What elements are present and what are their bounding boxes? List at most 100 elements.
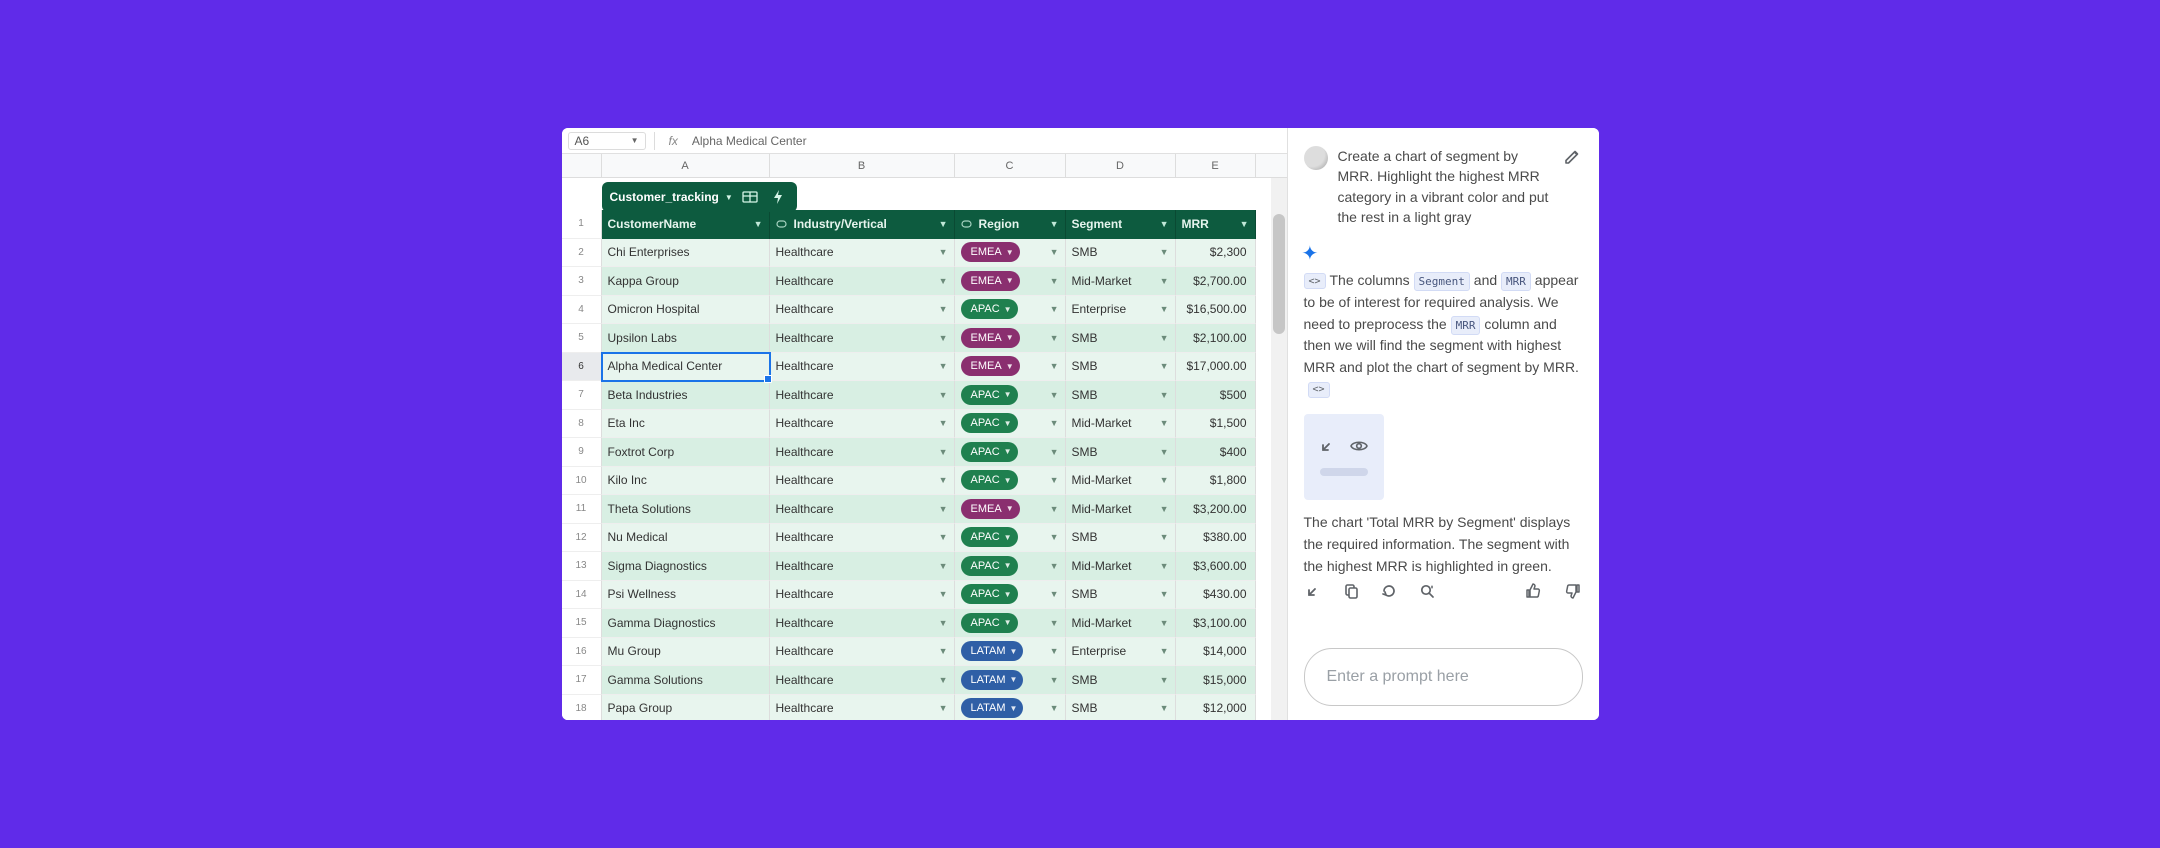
cell-mrr[interactable]: $12,000: [1176, 695, 1256, 721]
chevron-down-icon[interactable]: ▼: [754, 219, 763, 229]
region-chip[interactable]: APAC ▼: [961, 413, 1018, 433]
cell-segment[interactable]: SMB▼: [1066, 353, 1176, 382]
chevron-down-icon[interactable]: ▼: [1160, 219, 1169, 229]
region-chip[interactable]: EMEA ▼: [961, 328, 1020, 348]
cell-segment[interactable]: SMB▼: [1066, 239, 1176, 268]
chevron-down-icon[interactable]: ▼: [1050, 390, 1059, 400]
chevron-down-icon[interactable]: ▼: [939, 589, 948, 599]
region-chip[interactable]: APAC ▼: [961, 299, 1018, 319]
row-number[interactable]: 2: [562, 239, 602, 268]
cell-region[interactable]: APAC ▼▼: [955, 581, 1066, 610]
chevron-down-icon[interactable]: ▼: [939, 703, 948, 713]
table-chip[interactable]: Customer_tracking ▼: [602, 182, 797, 212]
chevron-down-icon[interactable]: ▼: [1160, 333, 1169, 343]
chevron-down-icon[interactable]: ▼: [1160, 618, 1169, 628]
region-chip[interactable]: APAC ▼: [961, 556, 1018, 576]
column-header-C[interactable]: C: [955, 154, 1066, 177]
cell-customer[interactable]: Kappa Group: [602, 267, 770, 296]
col-header-industry[interactable]: Industry/Vertical ▼: [770, 210, 955, 239]
row-number[interactable]: 14: [562, 581, 602, 610]
cell-industry[interactable]: Healthcare▼: [770, 438, 955, 467]
chevron-down-icon[interactable]: ▼: [1050, 646, 1059, 656]
cell-industry[interactable]: Healthcare▼: [770, 353, 955, 382]
cell-mrr[interactable]: $3,600.00: [1176, 552, 1256, 581]
column-header-A[interactable]: A: [602, 154, 770, 177]
cell-region[interactable]: APAC ▼▼: [955, 381, 1066, 410]
cell-industry[interactable]: Healthcare▼: [770, 638, 955, 667]
select-all-corner[interactable]: [562, 154, 602, 177]
cell-customer[interactable]: Sigma Diagnostics: [602, 552, 770, 581]
chevron-down-icon[interactable]: ▼: [1050, 361, 1059, 371]
row-number[interactable]: 7: [562, 381, 602, 410]
cell-region[interactable]: APAC ▼▼: [955, 467, 1066, 496]
cell-segment[interactable]: Mid-Market▼: [1066, 552, 1176, 581]
cell-industry[interactable]: Healthcare▼: [770, 666, 955, 695]
chevron-down-icon[interactable]: ▼: [939, 646, 948, 656]
chevron-down-icon[interactable]: ▼: [1160, 561, 1169, 571]
chevron-down-icon[interactable]: ▼: [1050, 589, 1059, 599]
chevron-down-icon[interactable]: ▼: [939, 675, 948, 685]
cell-region[interactable]: EMEA ▼▼: [955, 353, 1066, 382]
cell-segment[interactable]: Mid-Market▼: [1066, 495, 1176, 524]
chevron-down-icon[interactable]: ▼: [1050, 475, 1059, 485]
chevron-down-icon[interactable]: ▼: [939, 475, 948, 485]
chevron-down-icon[interactable]: ▼: [939, 561, 948, 571]
cell-segment[interactable]: SMB▼: [1066, 438, 1176, 467]
cell-segment[interactable]: Mid-Market▼: [1066, 267, 1176, 296]
cell-segment[interactable]: SMB▼: [1066, 695, 1176, 721]
column-header-B[interactable]: B: [770, 154, 955, 177]
bolt-icon[interactable]: [767, 186, 789, 208]
row-number[interactable]: 1: [562, 210, 602, 239]
chevron-down-icon[interactable]: ▼: [1160, 504, 1169, 514]
chevron-down-icon[interactable]: ▼: [1160, 276, 1169, 286]
column-header-D[interactable]: D: [1066, 154, 1176, 177]
row-number[interactable]: 13: [562, 552, 602, 581]
retry-icon[interactable]: [1380, 582, 1398, 600]
cell-region[interactable]: APAC ▼▼: [955, 552, 1066, 581]
cell-mrr[interactable]: $2,700.00: [1176, 267, 1256, 296]
cell-mrr[interactable]: $400: [1176, 438, 1256, 467]
row-number[interactable]: 10: [562, 467, 602, 496]
chevron-down-icon[interactable]: ▼: [1160, 361, 1169, 371]
column-header-E[interactable]: E: [1176, 154, 1256, 177]
chevron-down-icon[interactable]: ▼: [1160, 390, 1169, 400]
thumbs-up-icon[interactable]: [1523, 581, 1543, 601]
chevron-down-icon[interactable]: ▼: [1050, 532, 1059, 542]
cell-mrr[interactable]: $15,000: [1176, 666, 1256, 695]
row-number[interactable]: 4: [562, 296, 602, 325]
cell-customer[interactable]: Alpha Medical Center: [602, 353, 770, 382]
chevron-down-icon[interactable]: ▼: [939, 418, 948, 428]
col-header-segment[interactable]: Segment ▼: [1066, 210, 1176, 239]
region-chip[interactable]: EMEA ▼: [961, 499, 1020, 519]
chevron-down-icon[interactable]: ▼: [939, 504, 948, 514]
cell-region[interactable]: APAC ▼▼: [955, 410, 1066, 439]
chevron-down-icon[interactable]: ▼: [939, 618, 948, 628]
row-number[interactable]: 15: [562, 609, 602, 638]
cell-segment[interactable]: SMB▼: [1066, 581, 1176, 610]
cell-customer[interactable]: Papa Group: [602, 695, 770, 721]
cell-customer[interactable]: Psi Wellness: [602, 581, 770, 610]
chevron-down-icon[interactable]: ▼: [1050, 703, 1059, 713]
chevron-down-icon[interactable]: ▼: [1050, 247, 1059, 257]
search-spark-icon[interactable]: [1418, 582, 1436, 600]
scrollbar-thumb[interactable]: [1273, 214, 1285, 334]
cell-mrr[interactable]: $500: [1176, 381, 1256, 410]
region-chip[interactable]: APAC ▼: [961, 613, 1018, 633]
chevron-down-icon[interactable]: ▼: [939, 276, 948, 286]
cell-mrr[interactable]: $430.00: [1176, 581, 1256, 610]
edit-icon[interactable]: [1561, 146, 1583, 168]
col-header-region[interactable]: Region ▼: [955, 210, 1066, 239]
region-chip[interactable]: LATAM ▼: [961, 641, 1024, 661]
region-chip[interactable]: LATAM ▼: [961, 698, 1024, 718]
vertical-scrollbar[interactable]: [1271, 178, 1287, 720]
name-box[interactable]: A6 ▼: [568, 132, 646, 150]
cell-region[interactable]: EMEA ▼▼: [955, 239, 1066, 268]
cell-mrr[interactable]: $3,200.00: [1176, 495, 1256, 524]
chevron-down-icon[interactable]: ▼: [939, 333, 948, 343]
cell-region[interactable]: APAC ▼▼: [955, 524, 1066, 553]
chevron-down-icon[interactable]: ▼: [1160, 675, 1169, 685]
cell-customer[interactable]: Foxtrot Corp: [602, 438, 770, 467]
thumbs-down-icon[interactable]: [1563, 581, 1583, 601]
row-number[interactable]: 18: [562, 695, 602, 721]
cell-industry[interactable]: Healthcare▼: [770, 495, 955, 524]
